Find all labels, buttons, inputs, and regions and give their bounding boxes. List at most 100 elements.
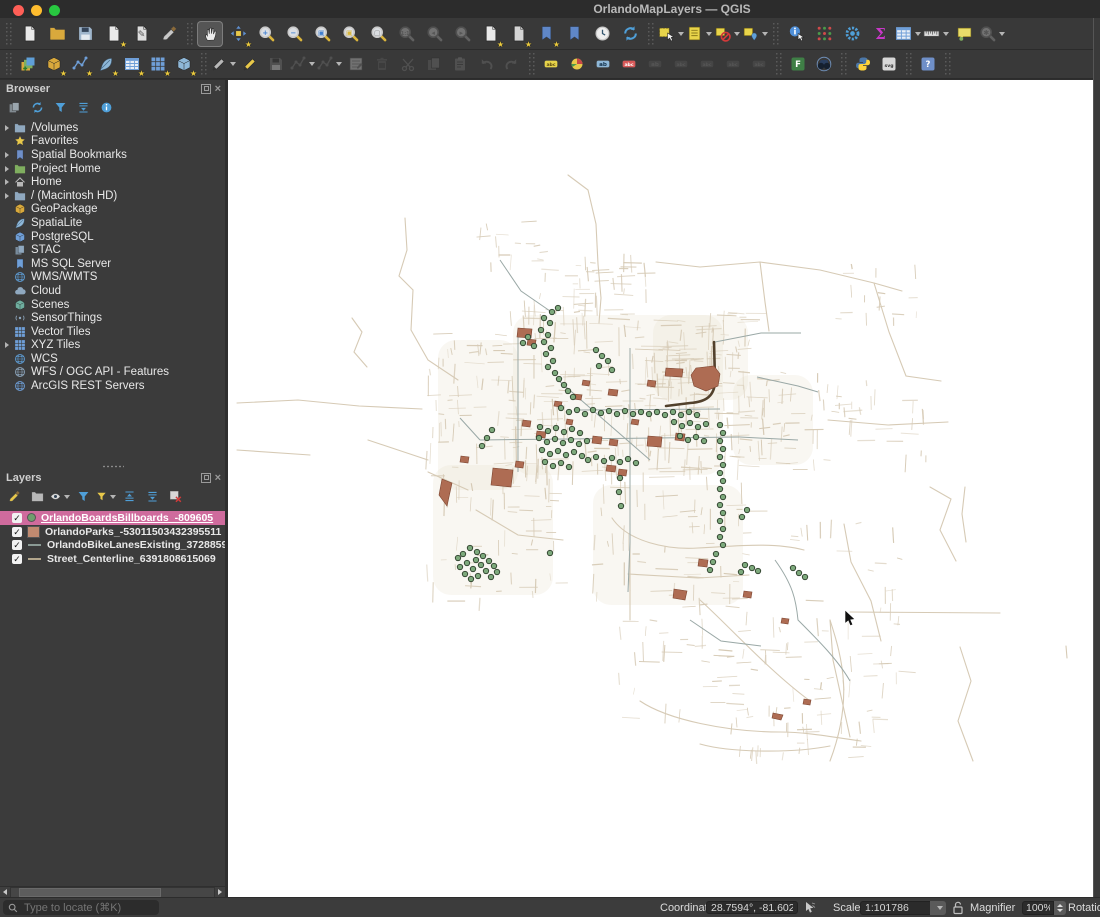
save-project-button[interactable]	[72, 21, 98, 47]
magnifier-input[interactable]	[1022, 901, 1054, 915]
label-properties-button[interactable]: abc	[747, 52, 771, 76]
add-group-button[interactable]	[27, 487, 47, 506]
zoom-out-button[interactable]: −	[281, 21, 307, 47]
new-spatial-bookmark-button[interactable]: ★	[533, 21, 560, 48]
new-mesh-layer-button[interactable]: ★	[120, 52, 145, 78]
browser-item-favorites[interactable]: Favorites	[0, 135, 225, 149]
scale-lock-icon[interactable]	[952, 901, 964, 915]
refresh-map-button[interactable]	[617, 21, 643, 47]
scrollbar-thumb[interactable]	[19, 887, 161, 897]
toggle-editing-button[interactable]	[238, 52, 262, 76]
scrollbar-track[interactable]	[10, 886, 215, 898]
toolbar-separator[interactable]	[905, 53, 912, 75]
change-label-button[interactable]: abc	[695, 52, 719, 76]
properties-widget-button[interactable]	[96, 98, 116, 117]
new-virtual-layer-button[interactable]: ★	[146, 52, 171, 78]
dropdown-arrow-icon[interactable]	[706, 31, 712, 36]
browser-item-spatialite[interactable]: SpatiaLite	[0, 216, 225, 230]
toolbar-separator[interactable]	[186, 22, 193, 45]
add-selected-layers-button[interactable]	[4, 98, 24, 117]
copy-features-button[interactable]	[422, 52, 446, 76]
browser-item-postgresql[interactable]: PostgreSQL	[0, 230, 225, 244]
dropdown-arrow-icon[interactable]	[999, 31, 1005, 36]
expander-arrow-icon[interactable]	[0, 342, 14, 349]
geocoder-button[interactable]: ✱	[979, 21, 1005, 47]
magnifier-spin-buttons[interactable]	[1054, 901, 1066, 915]
scale-input[interactable]	[860, 901, 930, 915]
delete-selected-button[interactable]	[370, 52, 394, 76]
style-manager-button[interactable]	[156, 21, 182, 47]
python-console-button[interactable]	[851, 52, 875, 76]
layer-item[interactable]: ✓ OrlandoParks_-53011503432395511	[0, 525, 225, 539]
map-canvas[interactable]	[228, 80, 1093, 897]
move-label-button[interactable]: ab	[643, 52, 667, 76]
browser-item-scenes[interactable]: Scenes	[0, 298, 225, 312]
browser-item-sensorthings[interactable]: SensorThings	[0, 311, 225, 325]
layer-labeling-button[interactable]: abc	[539, 52, 563, 76]
browser-float-button[interactable]	[200, 84, 211, 94]
browser-item-arcgis-rest-servers[interactable]: ArcGIS REST Servers	[0, 379, 225, 393]
layer-diagram-button[interactable]	[565, 52, 589, 76]
current-edits-button[interactable]	[211, 52, 236, 76]
coordinate-input[interactable]	[706, 901, 798, 914]
new-shapefile-layer-button[interactable]: ★	[94, 52, 119, 78]
scrollbar-left-arrow[interactable]	[0, 887, 10, 897]
manage-map-themes-button[interactable]	[50, 487, 70, 506]
locator-input[interactable]	[22, 900, 146, 915]
pan-map-button[interactable]	[197, 20, 223, 47]
browser-item-wcs[interactable]: WCS	[0, 352, 225, 366]
add-line-feature-button[interactable]	[290, 52, 315, 76]
toolbar-separator[interactable]	[647, 22, 654, 45]
dropdown-arrow-icon[interactable]	[734, 31, 740, 36]
minimize-window-button[interactable]	[31, 4, 42, 16]
expander-arrow-icon[interactable]	[0, 179, 14, 186]
modify-attributes-button[interactable]	[344, 52, 368, 76]
collapse-all-layers-button[interactable]	[142, 487, 162, 506]
toolbar-separator[interactable]	[775, 53, 782, 75]
dropdown-arrow-icon[interactable]	[336, 62, 342, 66]
scrollbar-right-arrow[interactable]	[215, 887, 225, 897]
zoom-to-layer-button[interactable]: ▢	[365, 21, 391, 47]
filter-legend-button[interactable]	[73, 487, 93, 506]
dropdown-arrow-icon[interactable]	[110, 494, 116, 499]
layer-item[interactable]: ✓ OrlandoBoardsBillboards_-809605	[0, 511, 225, 525]
browser-item-volumes[interactable]: /Volumes	[0, 121, 225, 135]
mouse-tracking-icon[interactable]	[802, 901, 816, 915]
browser-item-vector-tiles[interactable]: Vector Tiles	[0, 325, 225, 339]
dropdown-arrow-icon[interactable]	[64, 494, 70, 499]
deselect-features-button[interactable]	[714, 21, 740, 47]
toolbar-separator[interactable]	[944, 53, 951, 75]
browser-item-macintosh-hd[interactable]: / (Macintosh HD)	[0, 189, 225, 203]
browser-item-wfs-ogc-api-features[interactable]: WFS / OGC API - Features	[0, 366, 225, 380]
expander-arrow-icon[interactable]	[0, 124, 14, 131]
filter-by-expression-button[interactable]	[96, 487, 116, 506]
zoom-native-button[interactable]: 1:1	[393, 21, 419, 47]
open-layer-styling-button[interactable]	[4, 487, 24, 506]
browser-item-ms-sql-server[interactable]: MS SQL Server	[0, 257, 225, 271]
new-project-button[interactable]	[16, 21, 42, 47]
new-map-view-button[interactable]: ★	[477, 21, 504, 48]
open-project-button[interactable]	[44, 21, 70, 47]
maximize-window-button[interactable]	[49, 4, 60, 16]
redo-button[interactable]	[500, 52, 524, 76]
select-by-form-button[interactable]	[742, 21, 768, 47]
identify-features-button[interactable]	[783, 21, 809, 47]
layers-float-button[interactable]	[200, 473, 211, 483]
toolbar-separator[interactable]	[5, 22, 12, 45]
remove-layer-button[interactable]	[165, 487, 185, 506]
curved-label-button[interactable]: abc	[721, 52, 745, 76]
toolbar-separator[interactable]	[840, 53, 847, 75]
new-spatialite-layer-button[interactable]: ★	[68, 52, 93, 78]
dropdown-arrow-icon[interactable]	[762, 31, 768, 36]
map-tips-button[interactable]	[951, 21, 977, 47]
temporal-controller-button[interactable]	[589, 21, 615, 47]
toolbar-separator[interactable]	[5, 53, 12, 75]
zoom-last-button[interactable]: ◂	[421, 21, 447, 47]
browser-item-stac[interactable]: STAC	[0, 243, 225, 257]
layer-visibility-checkbox[interactable]: ✓	[12, 540, 22, 551]
browser-item-xyz-tiles[interactable]: XYZ Tiles	[0, 339, 225, 353]
layer-visibility-checkbox[interactable]: ✓	[12, 554, 22, 565]
zoom-in-button[interactable]: +	[253, 21, 279, 47]
run-feature-action-button[interactable]	[811, 21, 837, 47]
statistical-summary-button[interactable]	[867, 21, 893, 47]
